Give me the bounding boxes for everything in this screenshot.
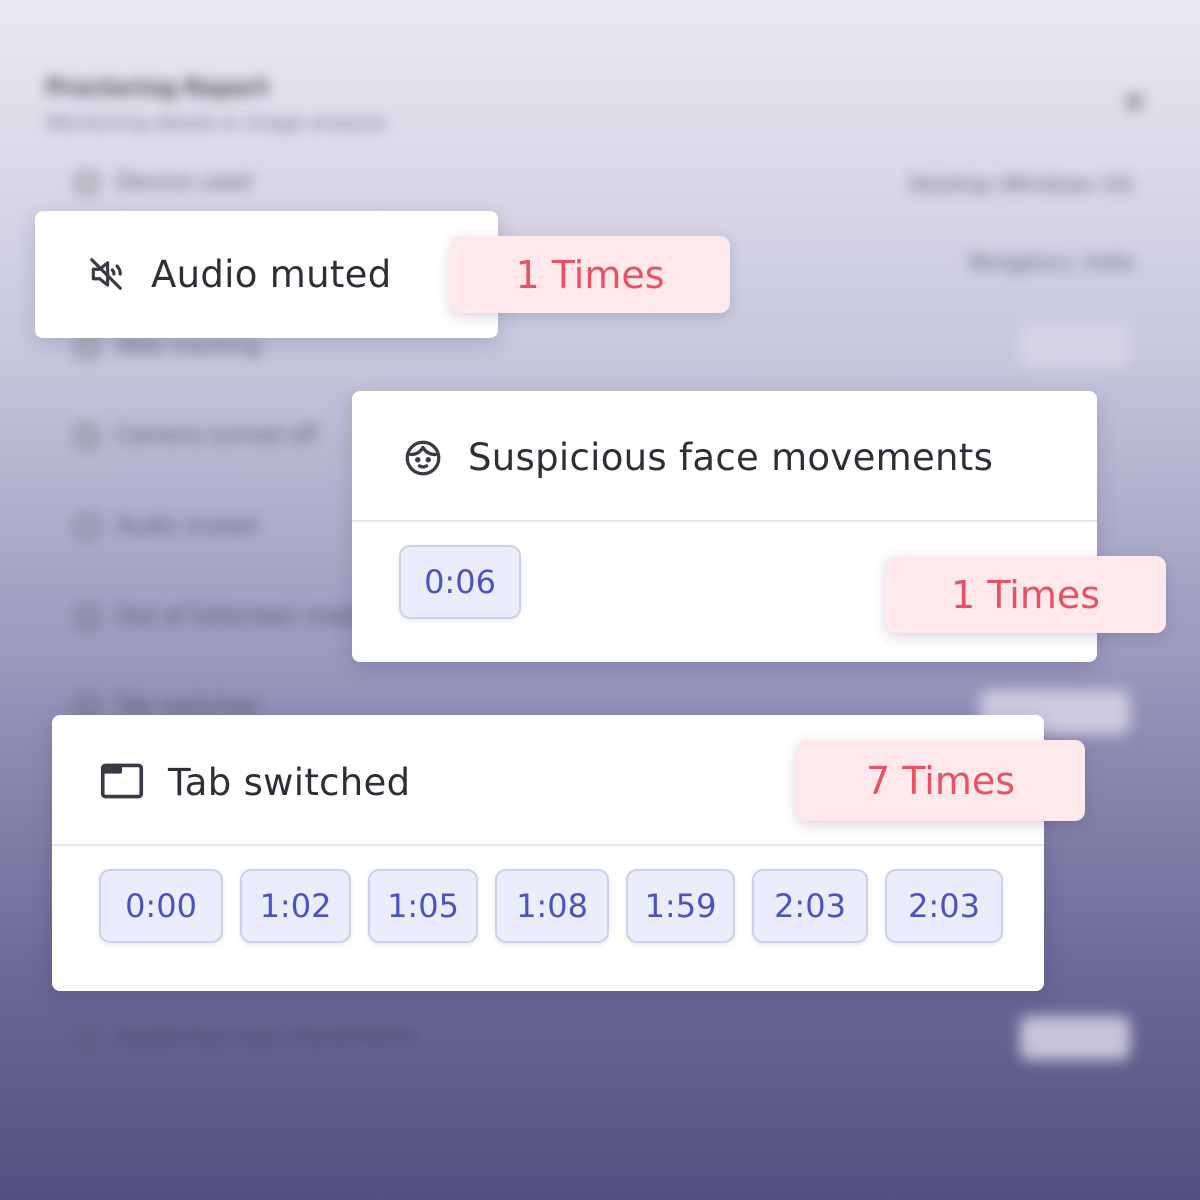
audio-muted-card: Audio muted (35, 211, 498, 338)
report-row-value: Bengaluru, India (969, 250, 1134, 274)
speaker-muted-icon (90, 258, 122, 290)
device-icon (76, 171, 98, 194)
report-row-label: Device used (116, 170, 252, 195)
report-row-label: Out of fullscreen mode (116, 604, 368, 629)
report-row-fullscreen: Out of fullscreen mode (76, 604, 368, 629)
card-divider (52, 844, 1044, 846)
browser-window-icon (100, 763, 144, 799)
timestamp-chip[interactable]: 1:05 (368, 869, 478, 943)
report-row-audio: Audio muted (76, 514, 257, 539)
report-row-label: Audio muted (116, 514, 258, 539)
timestamp-chip[interactable]: 0:00 (99, 869, 223, 943)
speaker-muted-icon (76, 515, 98, 538)
report-row-label: Suspicious eye movements (116, 1024, 418, 1049)
timestamp-chip[interactable]: 2:03 (752, 869, 868, 943)
count-badge: 1 Times (450, 236, 730, 313)
report-row-camera: Camera turned off (76, 423, 318, 448)
timestamp-chip[interactable]: 1:59 (626, 869, 735, 943)
card-divider (352, 520, 1097, 522)
report-subtitle: Monitoring details & image analysis (46, 112, 386, 134)
card-title: Suspicious face movements (468, 436, 994, 479)
timestamp-chip[interactable]: 1:02 (240, 869, 351, 943)
face-icon (405, 440, 441, 476)
camera-off-icon (76, 424, 98, 447)
report-title: Proctoring Report (46, 76, 269, 101)
count-badge: 1 Times (885, 556, 1166, 633)
report-row-label: Camera turned off (116, 423, 318, 448)
eye-icon (76, 1025, 98, 1048)
report-row-device: Device used (76, 170, 251, 195)
card-title: Audio muted (151, 253, 392, 296)
report-row-eye: Suspicious eye movements (76, 1024, 417, 1049)
timestamp-list: 0:00 1:02 1:05 1:08 1:59 2:03 2:03 (52, 869, 1044, 943)
web-icon (76, 335, 98, 358)
report-row-value: Desktop (Windows 10) (908, 172, 1134, 196)
timestamp-chip[interactable]: 1:08 (495, 869, 609, 943)
card-title: Tab switched (168, 761, 411, 804)
status-pill (1020, 1016, 1130, 1060)
timestamp-chip[interactable]: 0:06 (399, 545, 521, 619)
fullscreen-icon (76, 605, 98, 628)
timestamp-chip[interactable]: 2:03 (885, 869, 1003, 943)
close-icon[interactable]: ✕ (1122, 86, 1147, 121)
status-pill (1020, 324, 1130, 368)
count-badge: 7 Times (796, 740, 1085, 821)
